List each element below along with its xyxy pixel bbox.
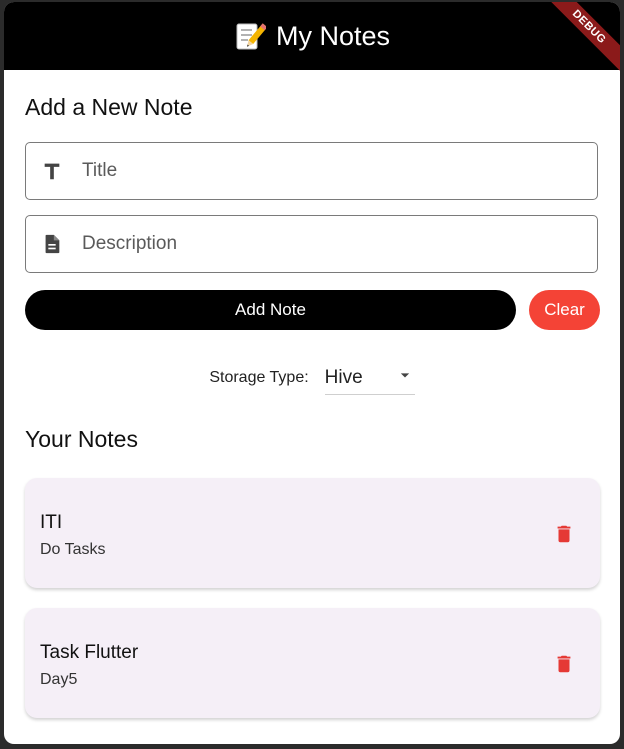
note-title: ITI [40,512,63,533]
note-title: Task Flutter [40,642,139,663]
app-title: My Notes [234,20,390,52]
delete-icon[interactable] [552,650,576,678]
app-bar: My Notes DEBUG [4,2,620,80]
storage-type-label: Storage Type: [209,369,309,386]
note-description: Day5 [40,671,78,688]
note-description: Do Tasks [40,541,106,558]
document-icon [40,232,64,256]
description-field[interactable] [25,215,598,273]
text-icon [40,159,64,183]
add-note-heading: Add a New Note [25,94,193,120]
memo-icon [234,20,268,52]
description-input[interactable] [80,232,564,256]
chevron-down-icon [395,365,415,390]
storage-type-value: Hive [324,366,363,388]
debug-banner: DEBUG [536,2,620,80]
storage-type-row: Storage Type: Hive [4,360,620,396]
clear-button[interactable]: Clear [529,290,600,330]
add-note-button[interactable]: Add Note [25,290,516,330]
title-field[interactable] [25,142,598,200]
title-input[interactable] [80,159,564,183]
delete-icon[interactable] [552,520,576,548]
app-title-text: My Notes [275,20,391,51]
app-window: My Notes DEBUG Add a New Note Add Note C… [4,2,620,744]
note-card[interactable]: Task Flutter Day5 [25,608,600,718]
your-notes-heading: Your Notes [25,426,138,452]
note-card[interactable]: ITI Do Tasks [25,478,600,588]
storage-type-dropdown[interactable]: Hive [324,361,415,395]
